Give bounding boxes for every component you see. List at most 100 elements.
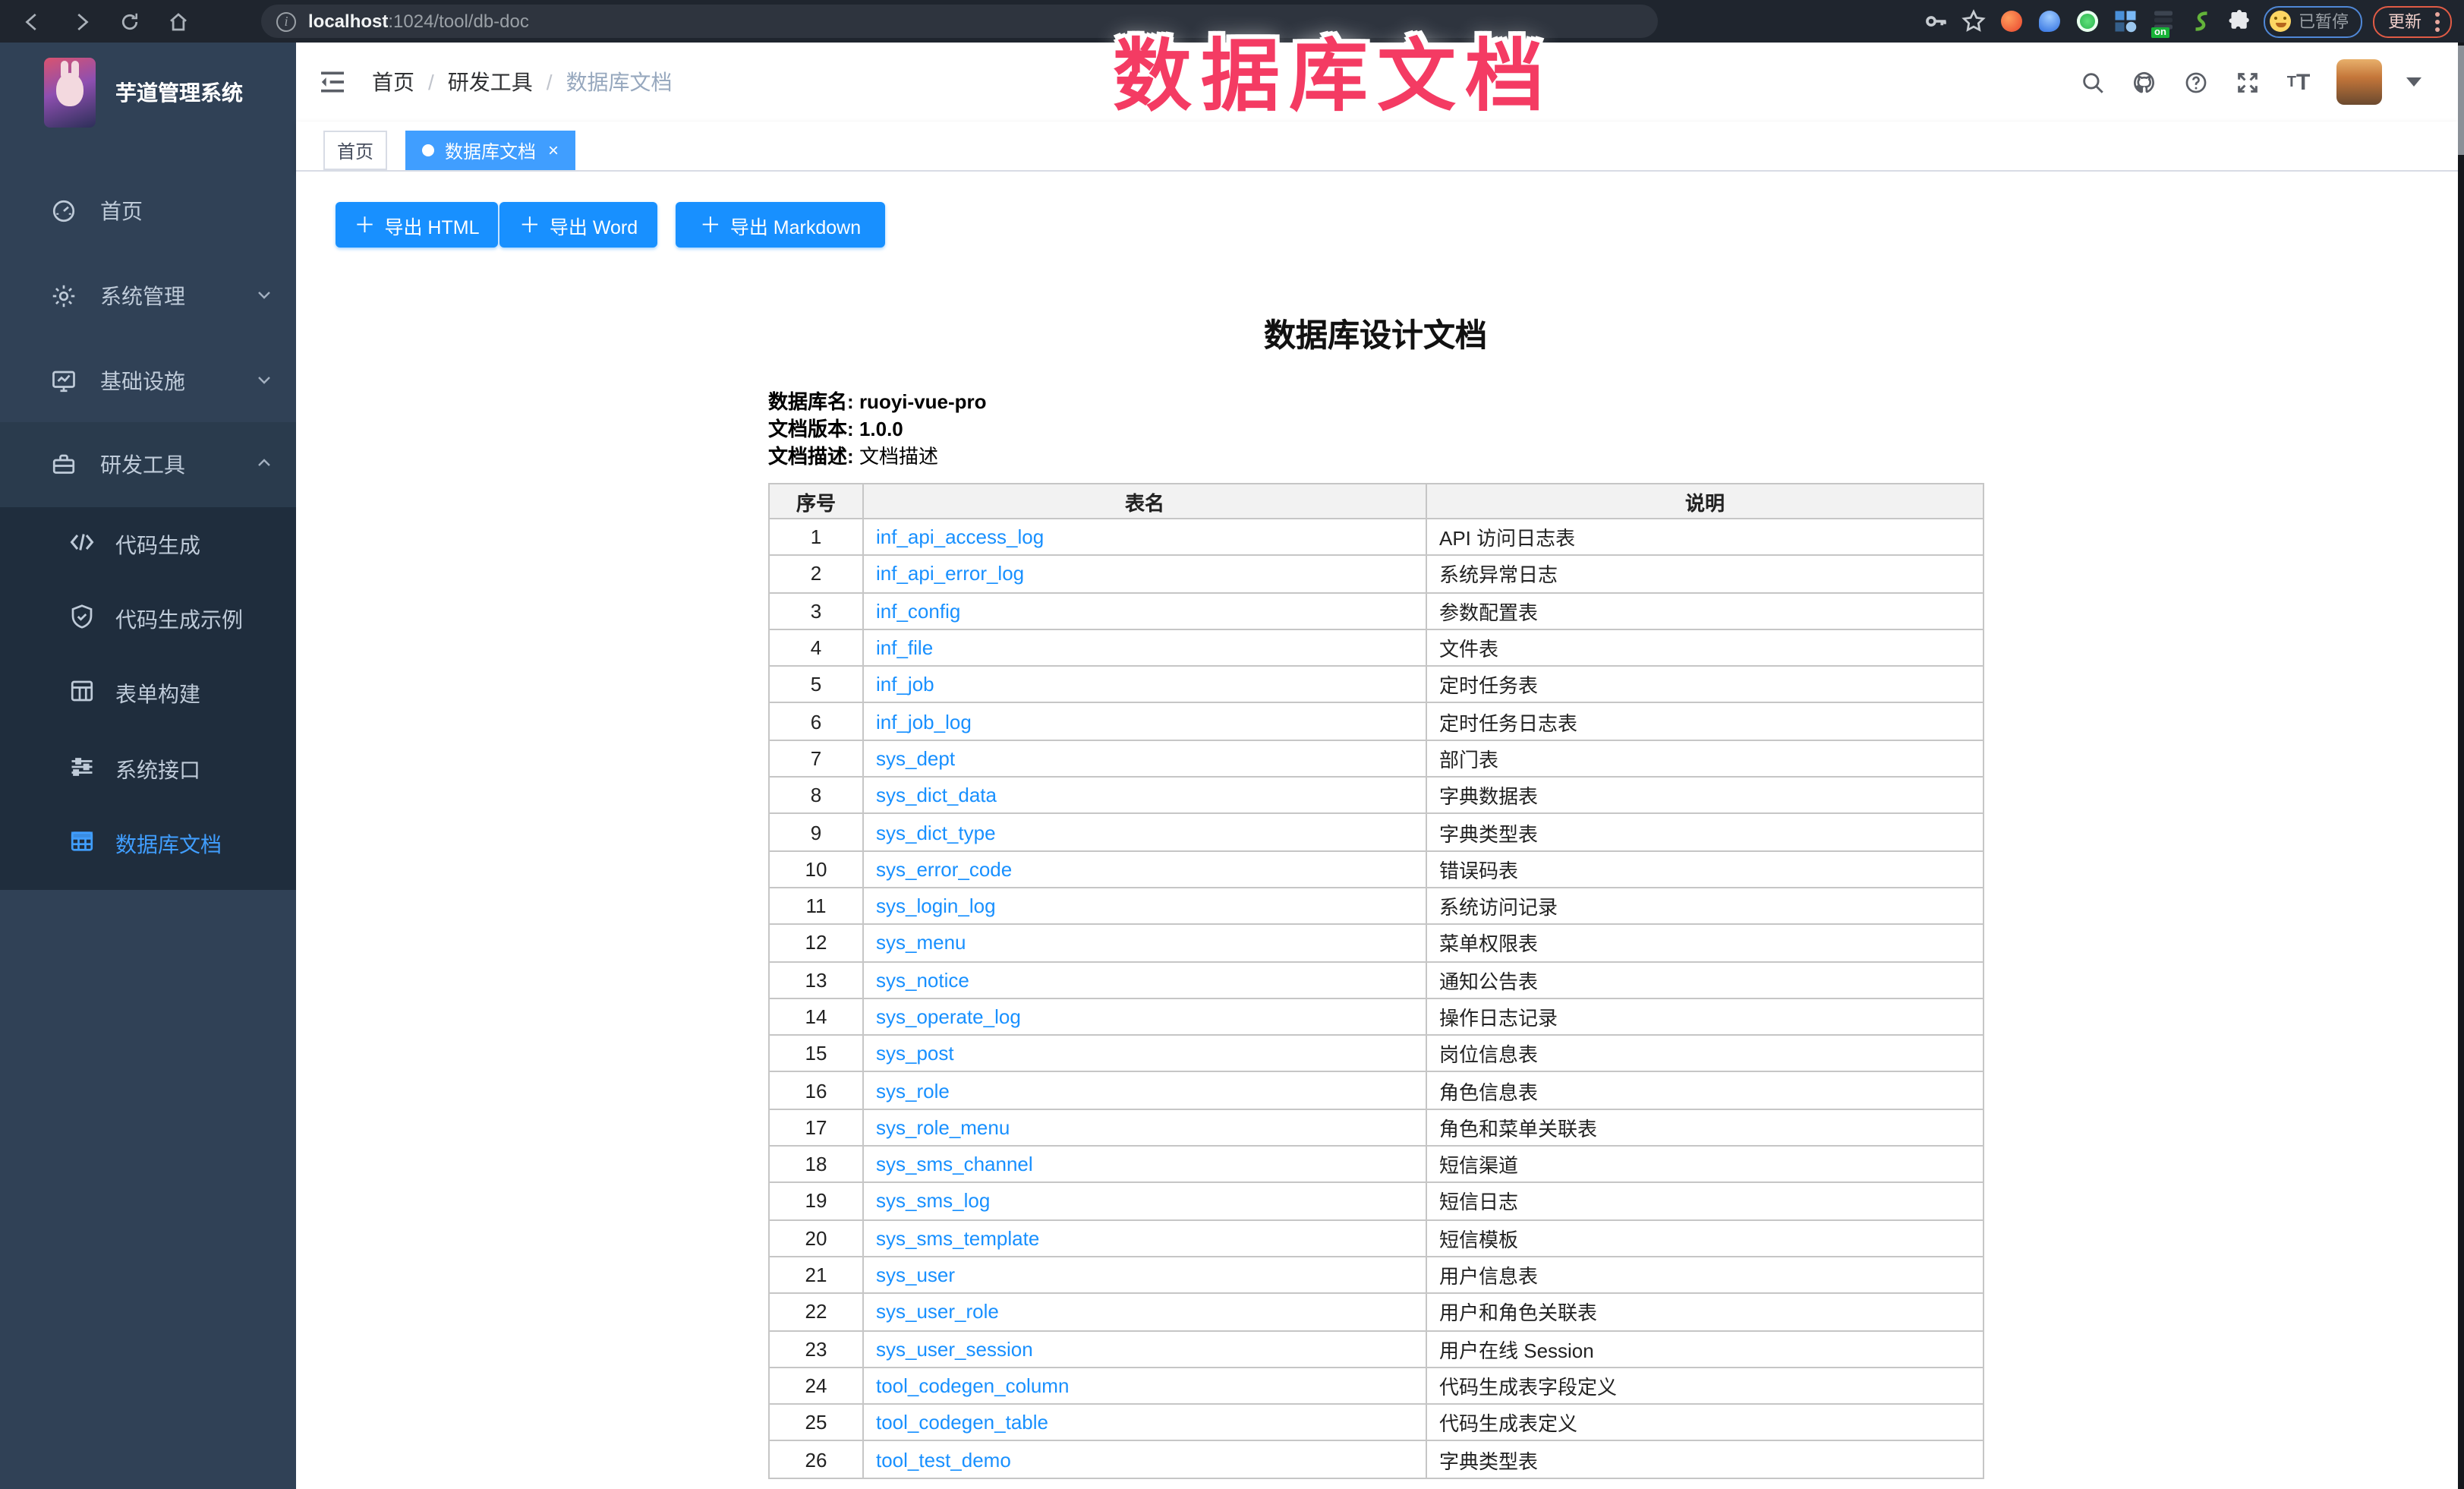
- app-window: 芋道管理系统 首页 系统管理: [0, 43, 2464, 1489]
- row-index: 22: [769, 1293, 863, 1330]
- meta-doc-version: 文档版本: 1.0.0: [768, 416, 987, 443]
- table-name-link[interactable]: sys_sms_template: [876, 1227, 1039, 1250]
- table-desc: 代码生成表字段定义: [1426, 1368, 1983, 1405]
- extension-on-badge-icon[interactable]: on: [2150, 8, 2177, 35]
- sidebar-item-label: 首页: [100, 196, 143, 226]
- export-markdown-button[interactable]: ＋ 导出 Markdown: [676, 202, 885, 248]
- avatar[interactable]: [2336, 59, 2382, 105]
- plus-icon: ＋: [519, 210, 540, 240]
- sidebar-item-db-doc[interactable]: 数据库文档: [0, 806, 296, 881]
- table-name-link[interactable]: sys_user_session: [876, 1337, 1033, 1360]
- table-name-link[interactable]: sys_menu: [876, 932, 966, 954]
- table-name-link[interactable]: sys_sms_channel: [876, 1153, 1033, 1175]
- export-html-button[interactable]: ＋ 导出 HTML: [336, 202, 498, 248]
- key-icon[interactable]: [1922, 8, 1949, 35]
- browser-forward-icon[interactable]: [64, 5, 97, 38]
- table-name-link[interactable]: inf_file: [876, 636, 933, 659]
- breadcrumb: 首页 / 研发工具 / 数据库文档: [372, 43, 673, 121]
- table-row: 18 sys_sms_channel 短信渠道: [769, 1146, 1983, 1183]
- sliders-icon: [68, 753, 96, 785]
- table-name-link[interactable]: inf_api_access_log: [876, 525, 1044, 548]
- extension-green-check-icon[interactable]: [2074, 8, 2101, 35]
- fullscreen-icon[interactable]: [2233, 68, 2261, 96]
- plus-icon: ＋: [354, 210, 375, 240]
- sidebar-item-codegen[interactable]: 代码生成: [0, 507, 296, 582]
- document-title: 数据库设计文档: [768, 311, 1983, 357]
- table-name-link[interactable]: inf_api_error_log: [876, 563, 1024, 585]
- table-name-link[interactable]: sys_operate_log: [876, 1005, 1021, 1028]
- font-size-icon[interactable]: TT: [2285, 68, 2312, 96]
- help-icon[interactable]: [2182, 68, 2209, 96]
- browser-reload-icon[interactable]: [112, 5, 146, 38]
- table-name-link[interactable]: sys_sms_log: [876, 1190, 990, 1213]
- table-desc: 角色和菜单关联表: [1426, 1109, 1983, 1147]
- extension-grid-icon[interactable]: [2112, 8, 2139, 35]
- browser-extension-area: on 已暂停 更新: [1922, 0, 2452, 43]
- sidebar-item-label: 系统接口: [115, 754, 200, 784]
- browser-back-icon[interactable]: [15, 5, 49, 38]
- tab-close-icon[interactable]: ×: [548, 141, 559, 159]
- app-logo-row: 芋道管理系统: [0, 49, 296, 137]
- sidebar-item-infra[interactable]: 基础设施: [0, 339, 296, 424]
- table-name-link[interactable]: sys_dict_data: [876, 784, 997, 806]
- table-name-link[interactable]: tool_codegen_column: [876, 1374, 1069, 1397]
- sidebar-item-label: 基础设施: [100, 366, 185, 396]
- tab-home[interactable]: 首页: [323, 131, 387, 170]
- table-name-link[interactable]: inf_config: [876, 599, 960, 622]
- sidebar-item-api[interactable]: 系统接口: [0, 732, 296, 806]
- code-icon: [68, 528, 96, 560]
- export-word-button[interactable]: ＋ 导出 Word: [499, 202, 657, 248]
- screen: i localhost:1024/tool/db-doc on: [0, 0, 2464, 1489]
- extension-orange-icon[interactable]: [1998, 8, 2025, 35]
- table-name-link[interactable]: sys_dept: [876, 747, 955, 770]
- row-index: 2: [769, 556, 863, 593]
- sidebar-item-form-builder[interactable]: 表单构建: [0, 656, 296, 730]
- sidebar-collapse-icon[interactable]: [317, 67, 348, 97]
- tab-db-doc[interactable]: 数据库文档 ×: [405, 131, 575, 170]
- table-name-link[interactable]: sys_error_code: [876, 858, 1012, 881]
- search-icon[interactable]: [2078, 68, 2106, 96]
- table-desc: 短信日志: [1426, 1183, 1983, 1220]
- bookmark-star-icon[interactable]: [1960, 8, 1987, 35]
- table-name-link[interactable]: sys_post: [876, 1043, 954, 1065]
- table-name-link[interactable]: sys_role: [876, 1079, 950, 1102]
- table-name-link[interactable]: sys_login_log: [876, 894, 996, 917]
- browser-home-icon[interactable]: [161, 5, 194, 38]
- sidebar-item-devtools[interactable]: 研发工具: [0, 422, 296, 507]
- sidebar-item-codegen-demo[interactable]: 代码生成示例: [0, 582, 296, 656]
- browser-update-chip[interactable]: 更新: [2373, 5, 2452, 37]
- sidebar-item-system[interactable]: 系统管理: [0, 254, 296, 339]
- table-name-link[interactable]: inf_job: [876, 674, 934, 696]
- breadcrumb-devtools[interactable]: 研发工具: [448, 67, 533, 97]
- extensions-puzzle-icon[interactable]: [2226, 8, 2253, 35]
- sidebar-item-home[interactable]: 首页: [0, 169, 296, 254]
- update-label: 更新: [2388, 9, 2421, 33]
- page-scrollbar[interactable]: [2458, 43, 2464, 1489]
- table-name-link[interactable]: inf_job_log: [876, 710, 972, 733]
- row-index: 10: [769, 850, 863, 888]
- github-icon[interactable]: [2130, 68, 2157, 96]
- table-name-link[interactable]: sys_user: [876, 1263, 955, 1286]
- profile-paused-chip[interactable]: 已暂停: [2264, 5, 2362, 37]
- user-menu-caret-icon[interactable]: [2406, 77, 2421, 87]
- extension-blue-icon[interactable]: [2036, 8, 2063, 35]
- table-desc: 字典类型表: [1426, 1441, 1983, 1478]
- table-name-link[interactable]: sys_dict_type: [876, 821, 996, 844]
- table-name-link[interactable]: sys_user_role: [876, 1301, 999, 1323]
- site-info-icon[interactable]: i: [276, 11, 296, 31]
- row-index: 3: [769, 592, 863, 629]
- scrollbar-thumb[interactable]: [2458, 46, 2464, 155]
- extension-green-s-icon[interactable]: [2188, 8, 2215, 35]
- table-desc: 菜单权限表: [1426, 925, 1983, 962]
- tags-view-bar: 首页 数据库文档 ×: [296, 121, 2458, 172]
- row-index: 17: [769, 1109, 863, 1147]
- table-desc: 短信模板: [1426, 1219, 1983, 1257]
- address-bar[interactable]: i localhost:1024/tool/db-doc: [261, 5, 1658, 38]
- browser-menu-icon[interactable]: [2431, 11, 2444, 31]
- table-name-link[interactable]: sys_role_menu: [876, 1116, 1010, 1139]
- table-name-link[interactable]: sys_notice: [876, 968, 969, 991]
- table-name-link[interactable]: tool_codegen_table: [876, 1412, 1048, 1434]
- breadcrumb-home[interactable]: 首页: [372, 67, 414, 97]
- table-name-link[interactable]: tool_test_demo: [876, 1448, 1011, 1471]
- table-row: 19 sys_sms_log 短信日志: [769, 1183, 1983, 1220]
